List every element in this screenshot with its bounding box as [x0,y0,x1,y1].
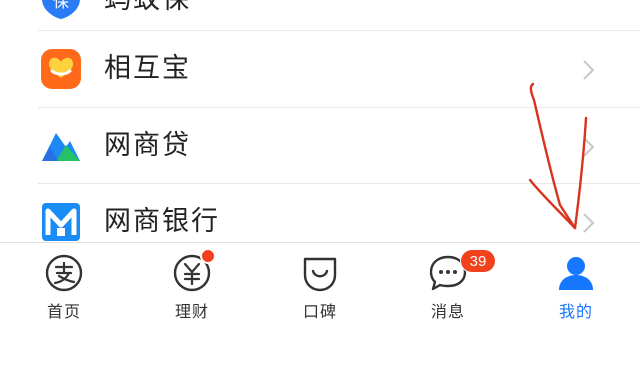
tab-label: 口碑 [302,302,337,321]
bottom-tab-bar: 首页 理财 口碑 消息 我的 [0,242,640,379]
tab-wealth[interactable]: 理财 [128,243,256,333]
chevron-right-icon [583,137,595,157]
list-item-label: 网商贷 [104,130,191,161]
tab-me[interactable]: 我的 [512,243,640,333]
user-profile-icon [559,257,593,290]
ant-insurance-icon: 保 [42,0,80,19]
list-item-label: 网商银行 [104,206,220,237]
tab-koubei[interactable]: 口碑 [256,243,384,333]
svg-text:保: 保 [53,0,69,11]
list-item-xianghubao[interactable]: 相互宝 [0,31,640,107]
xianghubao-icon [41,49,81,89]
mybank-loan-icon [42,133,80,161]
tab-label: 首页 [46,302,81,321]
tab-label: 理财 [174,302,209,321]
list-item-label: 蚂蚁保 [104,0,191,18]
list-item-mybank-loan[interactable]: 网商贷 [0,108,640,184]
list-item-label: 相互宝 [104,53,191,84]
koubei-smile-icon [303,257,337,292]
chevron-right-icon [583,60,595,80]
alipay-home-icon [45,254,83,292]
tab-label: 消息 [430,302,465,321]
chevron-right-icon [583,213,595,233]
mybank-icon [42,203,80,241]
tab-label: 我的 [558,302,593,321]
tab-home[interactable]: 首页 [0,243,128,333]
message-count-badge: 39 [460,249,496,273]
wealth-notification-dot [200,248,216,264]
